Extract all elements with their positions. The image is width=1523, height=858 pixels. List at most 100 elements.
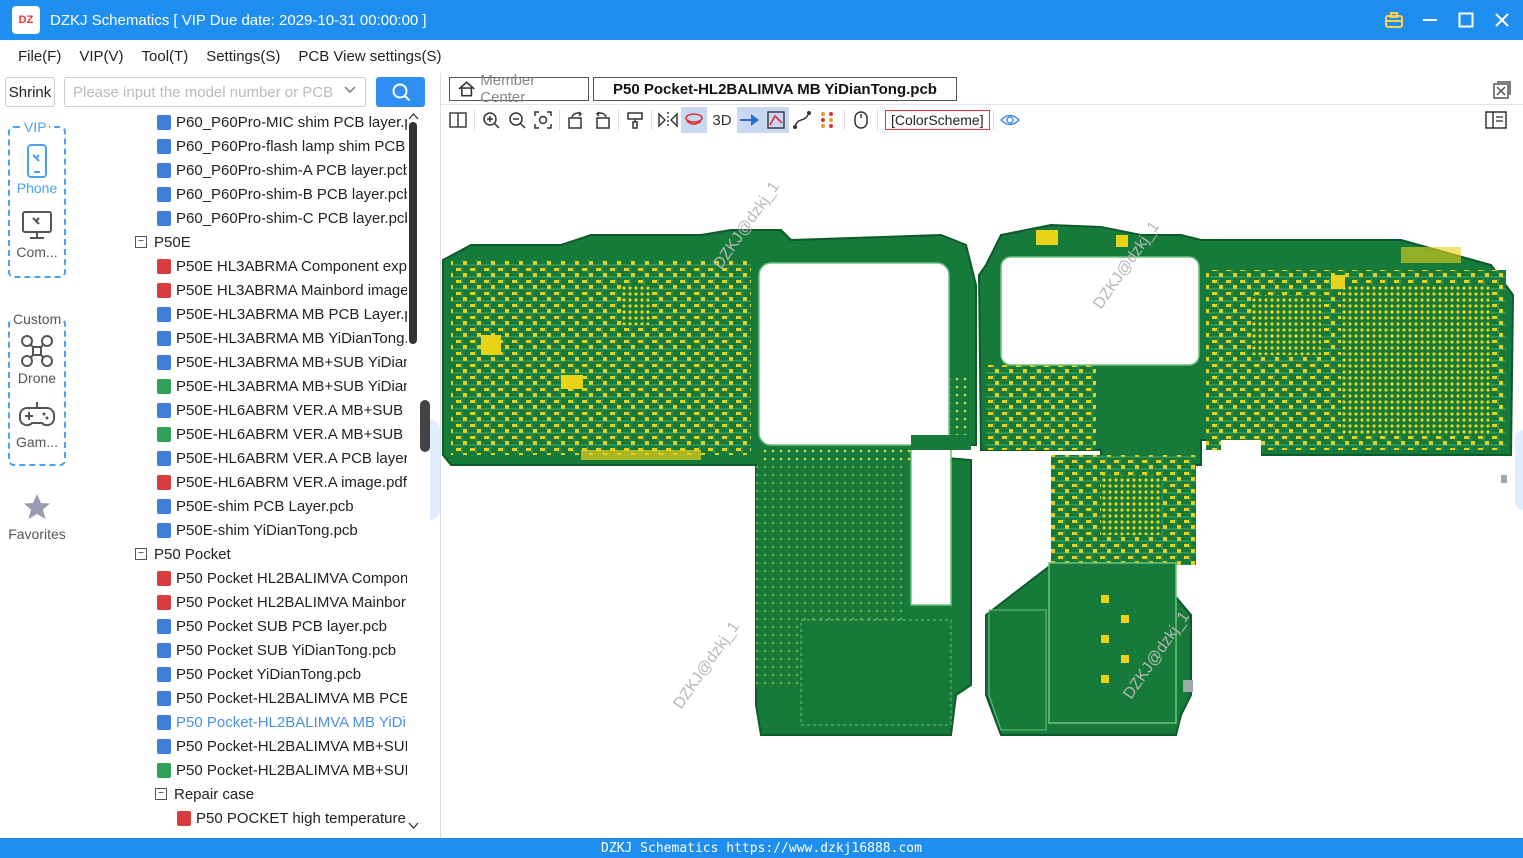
right-panel-tab[interactable] xyxy=(1515,430,1523,510)
close-all-tabs-icon[interactable] xyxy=(1493,81,1511,104)
tab-member-center[interactable]: Member Center xyxy=(449,72,589,106)
layer-toggle-icon[interactable] xyxy=(681,107,707,133)
tree-file[interactable]: P60_P60Pro-shim-B PCB layer.pcb xyxy=(74,182,407,206)
trace-route-icon[interactable] xyxy=(789,107,815,133)
search-input[interactable]: Please input the model number or PCB xyxy=(64,77,366,107)
rotate-right-icon[interactable] xyxy=(589,107,615,133)
split-view-icon[interactable] xyxy=(445,107,471,133)
tree-file[interactable]: P50E HL3ABRMA Component expl xyxy=(74,254,407,278)
tree-file[interactable]: P50E HL3ABRMA Mainbord image xyxy=(74,278,407,302)
panel-resize-handle[interactable] xyxy=(420,400,430,452)
tree-file[interactable]: P50E-HL6ABRM VER.A MB+SUB Yi xyxy=(74,422,407,446)
pcb-file-icon xyxy=(157,498,171,514)
view-3d-button[interactable]: 3D xyxy=(707,107,737,133)
tree-file[interactable]: P50E-HL6ABRM VER.A MB+SUB Yi xyxy=(74,398,407,422)
pcb-file-icon xyxy=(157,738,171,754)
tree-file[interactable]: P50E-HL6ABRM VER.A PCB layer.p xyxy=(74,446,407,470)
chevron-down-icon[interactable] xyxy=(343,82,357,99)
tree-file[interactable]: P50 Pocket YiDianTong.pcb xyxy=(74,662,407,686)
rotate-left-icon[interactable] xyxy=(563,107,589,133)
collapse-toggle-icon[interactable]: − xyxy=(135,548,147,560)
minimize-button[interactable] xyxy=(1421,11,1439,29)
scroll-thumb[interactable] xyxy=(409,122,417,344)
tree-item-label: P50E-shim YiDianTong.pcb xyxy=(176,521,358,539)
net-highlight-icon[interactable] xyxy=(763,107,789,133)
close-button[interactable] xyxy=(1493,11,1511,29)
mirror-icon[interactable] xyxy=(655,107,681,133)
menu-file[interactable]: File(F) xyxy=(0,48,69,65)
tree-folder[interactable]: − P50E xyxy=(74,230,407,254)
pcb-canvas[interactable]: DZKJ@dzkj_1 DZKJ@dzkj_1 DZKJ@dzkj_1 DZKJ… xyxy=(441,135,1523,838)
scroll-down-icon[interactable] xyxy=(408,822,419,830)
toolbar-separator xyxy=(877,110,878,130)
tree-file[interactable]: P50 Pocket SUB PCB layer.pcb xyxy=(74,614,407,638)
tree-item-label: P50E-HL3ABRMA MB YiDianTong. xyxy=(176,329,407,347)
tree-folder[interactable]: − Repair case xyxy=(74,782,407,806)
tree-file[interactable]: P50E-HL3ABRMA MB YiDianTong. xyxy=(74,326,407,350)
category-computer[interactable]: Com... xyxy=(10,206,64,260)
color-scheme-button[interactable]: [ColorScheme] xyxy=(885,110,990,130)
tree-file[interactable]: P50E-HL3ABRMA MB+SUB YiDian xyxy=(74,350,407,374)
tab-bar: Member Center P50 Pocket-HL2BALIMVA MB Y… xyxy=(441,72,1523,106)
pdf-file-icon xyxy=(157,570,171,586)
shrink-button[interactable]: Shrink xyxy=(5,77,55,107)
tree-file[interactable]: P50E-HL6ABRM VER.A image.pdf xyxy=(74,470,407,494)
category-sidebar: VIP Phone Com... Custom Drone Gam... Fav… xyxy=(0,110,74,838)
favorites-button[interactable]: Favorites xyxy=(0,488,74,542)
pin-dots-icon[interactable] xyxy=(815,107,841,133)
pcb-file-icon xyxy=(157,450,171,466)
search-button[interactable] xyxy=(376,77,425,107)
tree-file[interactable]: P60_P60Pro-flash lamp shim PCB l xyxy=(74,134,407,158)
paint-brush-icon[interactable] xyxy=(622,107,648,133)
scroll-up-icon[interactable] xyxy=(408,112,419,120)
side-panel-toggle-icon[interactable] xyxy=(1483,107,1509,133)
select-arrow-icon[interactable] xyxy=(737,107,763,133)
tree-file[interactable]: P50 Pocket HL2BALIMVA Compon xyxy=(74,566,407,590)
mouse-mode-icon[interactable] xyxy=(848,107,874,133)
briefcase-icon[interactable] xyxy=(1385,11,1403,29)
tree-file[interactable]: P50 Pocket SUB YiDianTong.pcb xyxy=(74,638,407,662)
tree-file[interactable]: P50 Pocket-HL2BALIMVA MB+SUE xyxy=(74,758,407,782)
vip-group: VIP Phone Com... xyxy=(8,119,66,278)
tree-file[interactable]: P50 Pocket-HL2BALIMVA MB YiDi xyxy=(74,710,407,734)
maximize-button[interactable] xyxy=(1457,11,1475,29)
tree-item-label: P50E xyxy=(154,233,191,251)
tree-file[interactable]: P50E-shim YiDianTong.pcb xyxy=(74,518,407,542)
toolbar-separator xyxy=(618,110,619,130)
tree-file[interactable]: P60_P60Pro-shim-A PCB layer.pcb xyxy=(74,158,407,182)
zoom-out-icon[interactable] xyxy=(504,107,530,133)
pcb-file-icon xyxy=(157,162,171,178)
tab-pcb-file[interactable]: P50 Pocket-HL2BALIMVA MB YiDianTong.pcb xyxy=(593,77,957,101)
tree-file[interactable]: P50E-shim PCB Layer.pcb xyxy=(74,494,407,518)
tree-file[interactable]: P60_P60Pro-shim-C PCB layer.pcb xyxy=(74,206,407,230)
menu-settings[interactable]: Settings(S) xyxy=(196,48,288,65)
tree-file[interactable]: P50E-HL3ABRMA MB PCB Layer.pc xyxy=(74,302,407,326)
tree-scrollbar[interactable] xyxy=(407,110,420,834)
eye-icon[interactable] xyxy=(997,107,1023,133)
collapse-toggle-icon[interactable]: − xyxy=(135,236,147,248)
tree-item-label: P50E HL3ABRMA Mainbord image xyxy=(176,281,407,299)
pdf-file-icon xyxy=(177,810,191,826)
pcb-file-icon xyxy=(157,666,171,682)
menu-tool[interactable]: Tool(T) xyxy=(132,48,197,65)
collapse-panel-tab[interactable] xyxy=(430,420,440,520)
tree-folder[interactable]: − P50 Pocket xyxy=(74,542,407,566)
toolbar-separator xyxy=(992,110,994,130)
category-phone[interactable]: Phone xyxy=(10,142,64,196)
category-drone[interactable]: Drone xyxy=(10,332,64,386)
tree-file[interactable]: P50 Pocket-HL2BALIMVA MB PCB xyxy=(74,686,407,710)
pcb-file-icon xyxy=(157,138,171,154)
tree-file[interactable]: P50E-HL3ABRMA MB+SUB YiDian xyxy=(74,374,407,398)
collapse-toggle-icon[interactable]: − xyxy=(155,788,167,800)
menu-vip[interactable]: VIP(V) xyxy=(69,48,131,65)
tree-file[interactable]: P50 Pocket-HL2BALIMVA MB+SUE xyxy=(74,734,407,758)
fit-view-icon[interactable] xyxy=(530,107,556,133)
tree-file[interactable]: P60_P60Pro-MIC shim PCB layer.pc xyxy=(74,110,407,134)
pcb-board-drawing[interactable]: DZKJ@dzkj_1 DZKJ@dzkj_1 DZKJ@dzkj_1 DZKJ… xyxy=(441,135,1523,838)
tree-file[interactable]: P50 Pocket HL2BALIMVA Mainbor xyxy=(74,590,407,614)
category-game[interactable]: Gam... xyxy=(10,396,64,450)
custom-tag: Custom xyxy=(11,311,64,327)
tree-file[interactable]: P50 POCKET high temperature i xyxy=(74,806,407,830)
zoom-in-icon[interactable] xyxy=(478,107,504,133)
menu-pcb-view-settings[interactable]: PCB View settings(S) xyxy=(288,48,449,65)
